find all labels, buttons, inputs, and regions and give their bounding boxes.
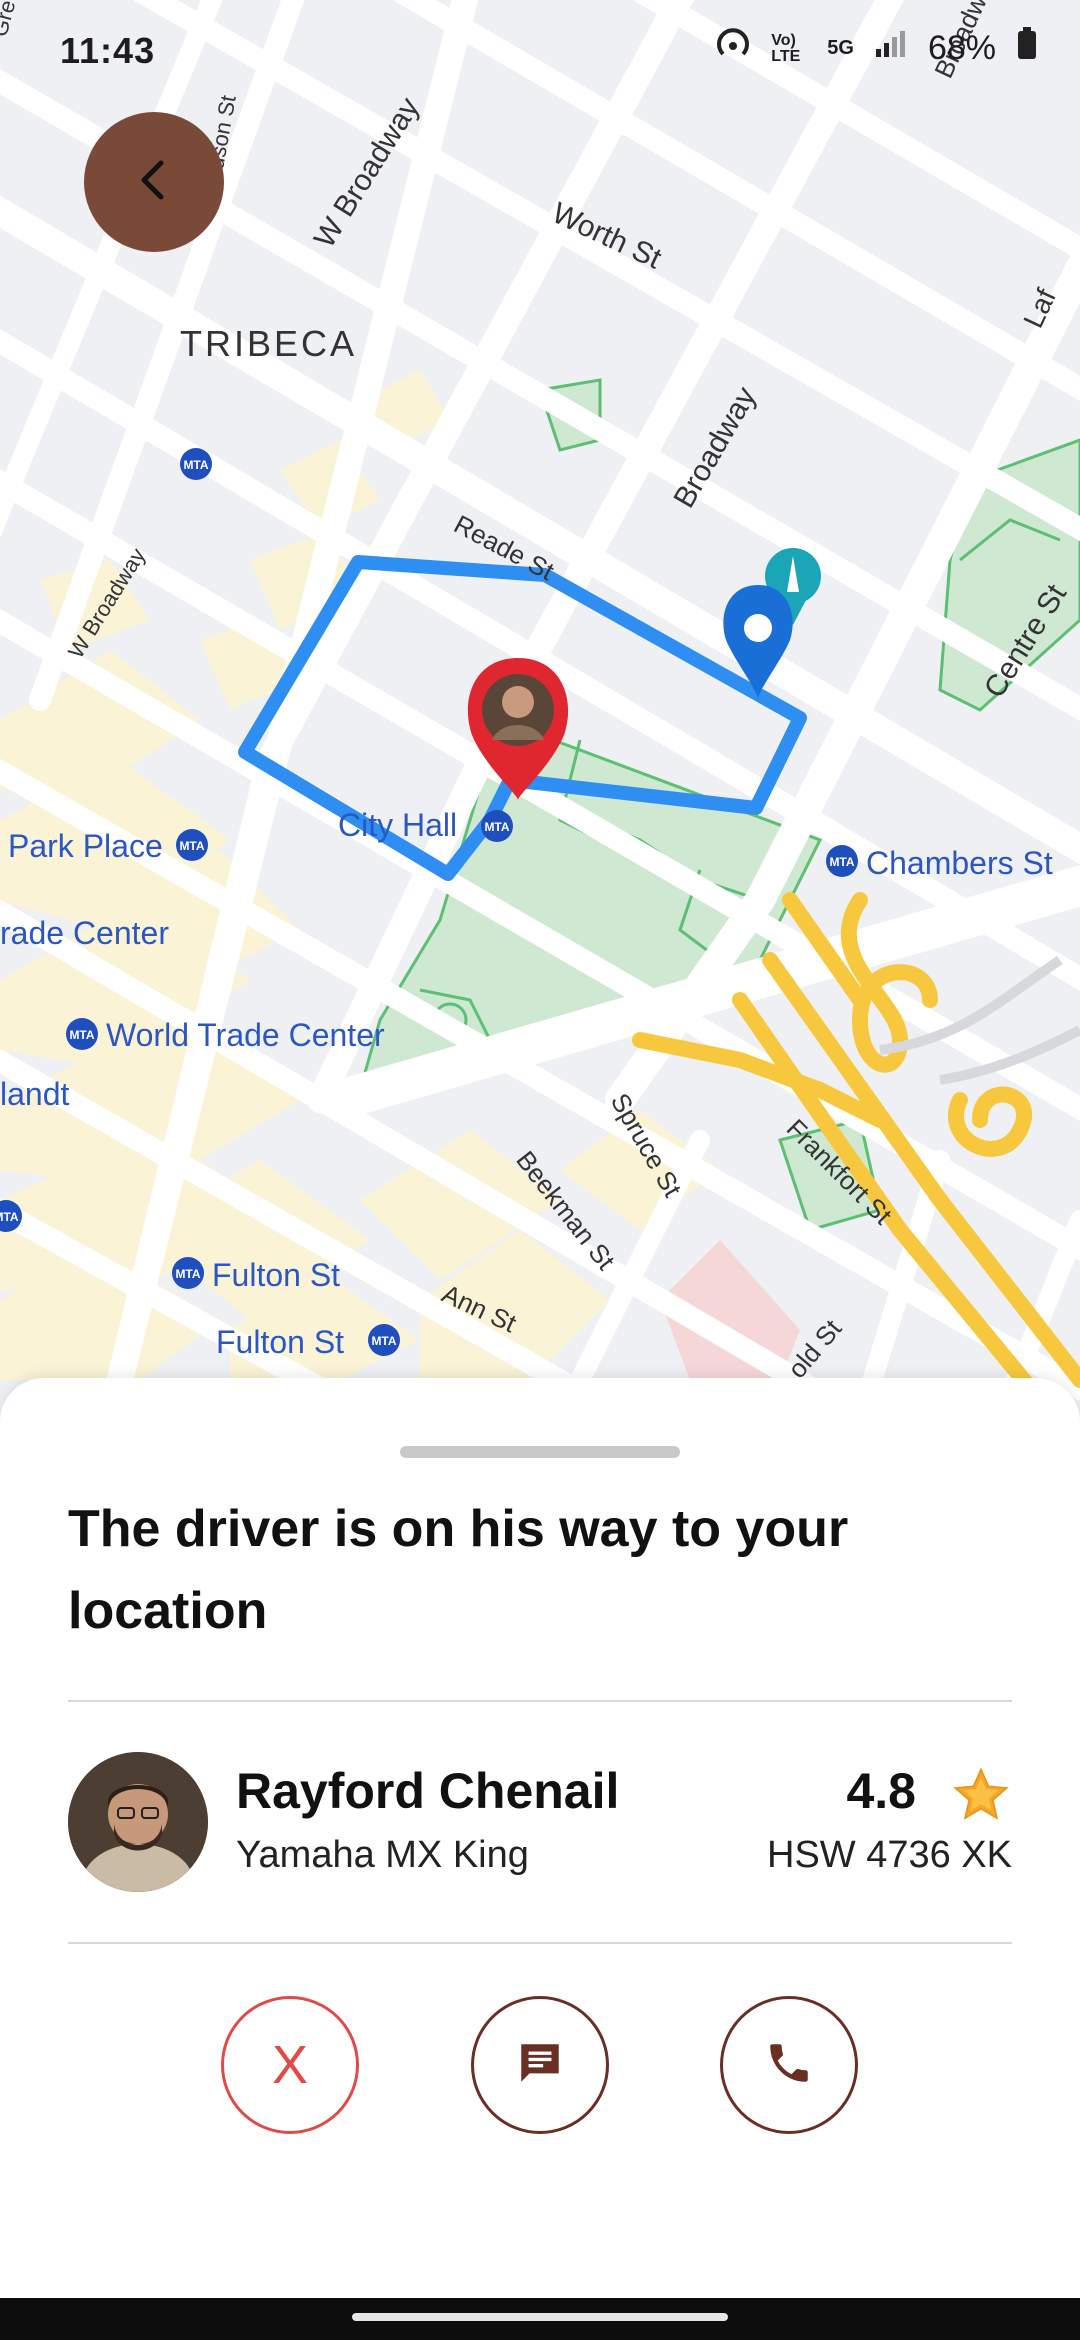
battery-percent: 68% bbox=[927, 29, 996, 67]
vehicle-model: Yamaha MX King bbox=[236, 1834, 529, 1876]
metro-badge-icon: MTA bbox=[371, 1334, 396, 1348]
map-label-landt: landt bbox=[0, 1076, 70, 1112]
map-label-chambers-st: Chambers St bbox=[866, 845, 1053, 881]
map-label-city-hall: City Hall bbox=[338, 807, 457, 843]
divider bbox=[68, 1942, 1012, 1944]
battery-icon bbox=[1016, 27, 1038, 70]
map-label-world-trade-center: World Trade Center bbox=[106, 1017, 385, 1053]
license-plate: HSW 4736 XK bbox=[767, 1834, 1012, 1876]
phone-icon bbox=[764, 2038, 814, 2093]
cancel-ride-button[interactable]: X bbox=[221, 1996, 359, 2134]
chat-button[interactable] bbox=[471, 1996, 609, 2134]
sheet-title: The driver is on his way to your locatio… bbox=[68, 1500, 849, 1640]
volte-indicator: Vo) LTE bbox=[771, 31, 801, 65]
metro-badge-icon: MTA bbox=[69, 1028, 94, 1042]
metro-badge-icon: MTA bbox=[484, 820, 509, 834]
map-label-fulton-st-2: Fulton St bbox=[216, 1324, 344, 1360]
hotspot-icon bbox=[715, 26, 751, 71]
metro-badge-icon: MTA bbox=[179, 839, 204, 853]
metro-badge-icon: MTA bbox=[183, 458, 208, 472]
status-bar: 11:43 Vo) LTE 5G 68% bbox=[0, 0, 1080, 100]
star-icon bbox=[950, 1764, 1012, 1826]
signal-icon bbox=[874, 29, 908, 68]
driver-info-sheet: The driver is on his way to your locatio… bbox=[0, 1378, 1080, 2298]
system-nav-bar bbox=[0, 2298, 1080, 2340]
driver-avatar bbox=[68, 1752, 208, 1892]
back-button[interactable] bbox=[84, 112, 224, 252]
metro-badge-icon: MTA bbox=[0, 1210, 19, 1224]
driver-name: Rayford Chenail bbox=[236, 1763, 620, 1819]
divider bbox=[68, 1700, 1012, 1702]
map-label-park-place: Park Place bbox=[8, 828, 163, 864]
chat-bubble-icon bbox=[515, 2038, 565, 2093]
sheet-drag-handle[interactable] bbox=[400, 1446, 680, 1458]
map-label-trade-center: rade Center bbox=[0, 915, 169, 951]
map-label-tribeca: TRIBECA bbox=[180, 323, 357, 364]
map-label-fulton-st-1: Fulton St bbox=[212, 1257, 340, 1293]
cancel-label: X bbox=[271, 2035, 309, 2095]
chevron-left-icon bbox=[129, 155, 179, 210]
metro-badge-icon: MTA bbox=[175, 1267, 200, 1281]
network-indicator: 5G bbox=[827, 37, 854, 59]
call-button[interactable] bbox=[720, 1996, 858, 2134]
home-gesture-pill[interactable] bbox=[352, 2313, 728, 2321]
status-time: 11:43 bbox=[60, 30, 156, 71]
driver-rating: 4.8 bbox=[846, 1763, 916, 1819]
metro-badge-icon: MTA bbox=[829, 855, 854, 869]
